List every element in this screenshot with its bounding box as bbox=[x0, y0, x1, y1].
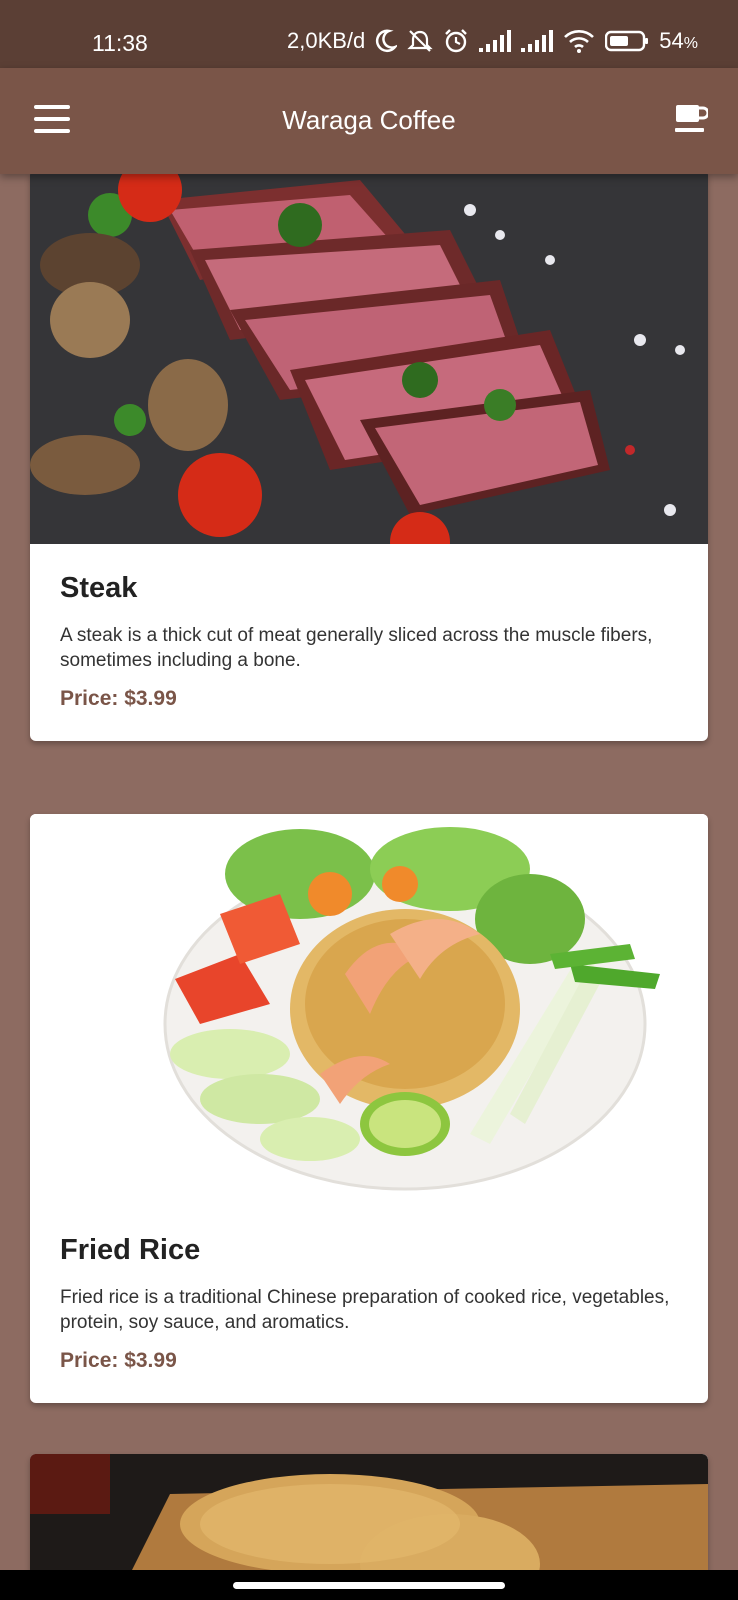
alarm-off-icon bbox=[407, 29, 433, 53]
coffee-cup-icon[interactable] bbox=[674, 101, 710, 135]
menu-list[interactable]: Steak A steak is a thick cut of meat gen… bbox=[0, 174, 738, 1570]
menu-card[interactable] bbox=[30, 1454, 708, 1570]
signal-icon bbox=[521, 30, 554, 52]
item-price: Price: $3.99 bbox=[60, 1349, 177, 1372]
wifi-icon bbox=[563, 29, 595, 53]
status-icons: 2,0KB/d 54% bbox=[287, 28, 698, 54]
battery-percent: 54 bbox=[659, 28, 684, 53]
item-name: Fried Rice bbox=[60, 1234, 201, 1266]
status-bar: 11:38 2,0KB/d 54% bbox=[0, 0, 738, 68]
item-price: Price: $3.99 bbox=[60, 687, 177, 710]
home-indicator[interactable] bbox=[233, 1582, 505, 1589]
item-description: Fried rice is a traditional Chinese prep… bbox=[60, 1287, 670, 1333]
status-time: 11:38 bbox=[92, 30, 148, 56]
signal-icon bbox=[479, 30, 512, 52]
menu-card[interactable]: Fried Rice Fried rice is a traditional C… bbox=[30, 814, 708, 1403]
battery-level: 54% bbox=[659, 28, 698, 54]
navigation-bar bbox=[0, 1570, 738, 1600]
network-speed: 2,0KB/d bbox=[287, 28, 366, 53]
steak-photo bbox=[30, 174, 708, 572]
app-bar: Waraga Coffee bbox=[0, 68, 738, 174]
item-description: A steak is a thick cut of meat generally… bbox=[60, 625, 653, 671]
moon-icon bbox=[375, 29, 398, 53]
fried-rice-photo bbox=[30, 814, 708, 1206]
fried-food-photo bbox=[30, 1454, 708, 1570]
app-title: Waraga Coffee bbox=[282, 105, 456, 135]
item-name: Steak bbox=[60, 572, 138, 604]
battery-icon bbox=[605, 30, 649, 52]
alarm-icon bbox=[443, 28, 469, 54]
battery-suffix: % bbox=[683, 35, 698, 52]
menu-card[interactable]: Steak A steak is a thick cut of meat gen… bbox=[30, 174, 708, 741]
